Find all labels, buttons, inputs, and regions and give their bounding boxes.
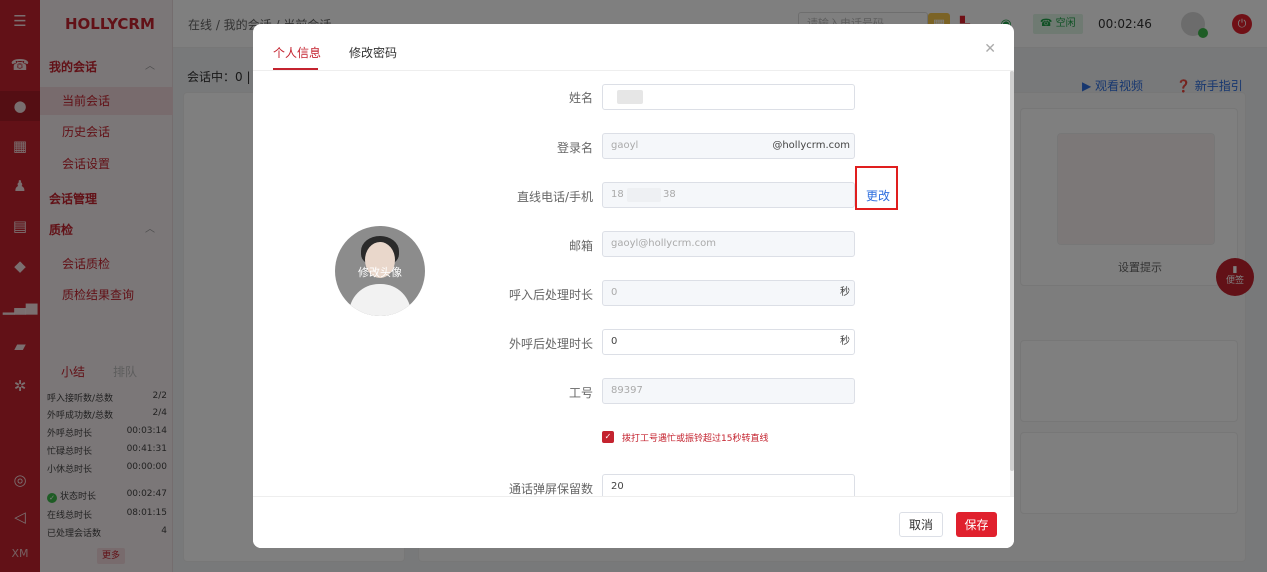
dialog-footer: 取消 保存 [253,496,1014,548]
redacted-name [617,90,643,104]
change-avatar-label: 修改头像 [358,266,402,279]
name-label: 姓名 [568,91,593,105]
employee-id-field: 89397 [602,378,855,404]
profile-dialog: 个人信息 修改密码 ✕ 修改头像 姓名 登录名 gaoyl @hollycrm.c… [253,24,1014,548]
phone-label: 直线电话/手机 [516,190,593,204]
transfer-checkbox-label[interactable]: 拨打工号遇忙或振铃超过15秒转直线 [622,431,768,444]
save-button[interactable]: 保存 [956,512,997,537]
tab-personal-info[interactable]: 个人信息 [273,44,321,61]
close-icon[interactable]: ✕ [984,41,996,57]
login-label: 登录名 [556,141,593,155]
redacted-phone [627,188,661,202]
phone-field: 18 38 [602,182,855,208]
login-field: gaoyl @hollycrm.com [602,133,855,159]
inbound-wrapup-field: 0秒 [602,280,855,306]
cancel-button[interactable]: 取消 [899,512,943,537]
outbound-wrapup-field[interactable]: 0秒 [602,329,855,355]
name-field[interactable] [602,84,855,110]
email-field: gaoyl@hollycrm.com [602,231,855,257]
change-phone-link[interactable]: 更改 [866,187,890,204]
scrollbar[interactable] [1010,71,1014,496]
popup-keep-label: 通话弹屏保留数 [508,482,593,496]
avatar-upload[interactable]: 修改头像 [335,226,425,316]
employee-id-label: 工号 [568,386,593,400]
avatar-body [349,284,411,316]
outbound-wrapup-label: 外呼后处理时长 [508,337,593,351]
email-label: 邮箱 [568,239,593,253]
transfer-checkbox[interactable]: ✓ [602,431,614,443]
inbound-wrapup-label: 呼入后处理时长 [508,288,593,302]
divider [253,70,1014,71]
tab-change-password[interactable]: 修改密码 [349,44,397,61]
